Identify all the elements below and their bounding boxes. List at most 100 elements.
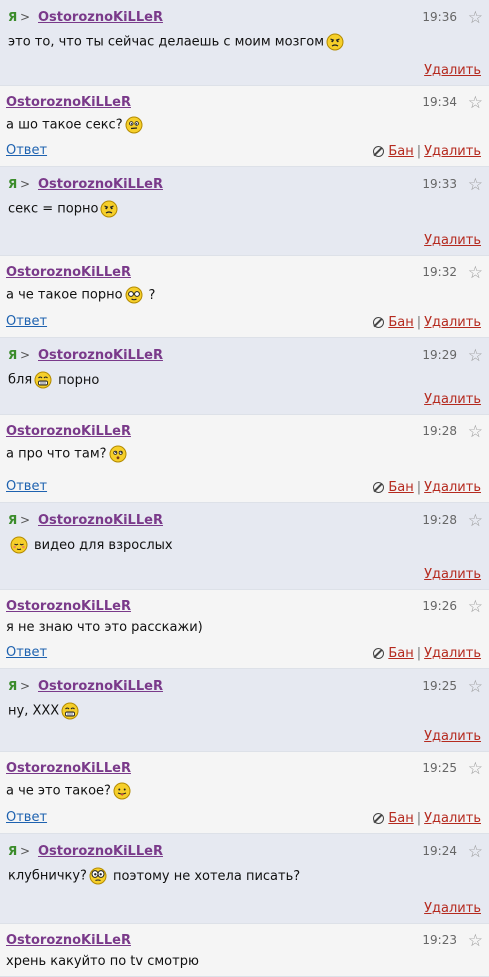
delete-link[interactable]: Удалить [424,480,481,495]
favorite-star-icon[interactable]: ☆ [468,175,483,195]
author-link[interactable]: OstoroznoKiLLeR [6,265,131,280]
me-label: Я [8,679,18,693]
author-link[interactable]: OstoroznoKiLLeR [38,177,163,192]
favorite-star-icon[interactable]: ☆ [468,263,483,283]
delete-link[interactable]: Удалить [424,63,481,78]
message-text-before: а че такое порно [6,287,123,303]
message-time: 19:28 [422,424,457,438]
favorite-star-icon[interactable]: ☆ [468,759,483,779]
author-link[interactable]: OstoroznoKiLLeR [6,95,131,110]
delete-link[interactable]: Удалить [424,811,481,826]
message-outgoing: Я > OstoroznoKiLLeR 19:33 ☆ секс = порно… [0,167,489,256]
reply-link[interactable]: Ответ [6,143,47,158]
message-text-before: клубничку? [8,868,87,884]
reply-link[interactable]: Ответ [6,479,47,494]
message-text: а про что там? [6,445,129,463]
author-link[interactable]: OstoroznoKiLLeR [38,844,163,859]
message-text-after: поэтому не хотела писать? [112,868,301,884]
message-header: OstoroznoKiLLeR 19:34 ☆ [0,93,489,113]
shy-smiley-icon [10,536,28,554]
ban-icon [373,648,385,659]
message-actions: Удалить [424,392,481,407]
delete-link[interactable]: Удалить [424,567,481,582]
me-label: Я [8,177,18,191]
author-link[interactable]: OstoroznoKiLLeR [38,513,163,528]
ban-link[interactable]: Бан [388,315,413,330]
ban-link[interactable]: Бан [388,646,413,661]
reply-link[interactable]: Ответ [6,314,47,329]
message-actions: Удалить [424,567,481,582]
direction-arrow: > [20,348,31,362]
message-text-after: ? [148,287,156,303]
message-incoming: OstoroznoKiLLeR 19:34 ☆ а шо такое секс?… [0,86,489,167]
message-header: OstoroznoKiLLeR 19:28 ☆ [0,422,489,442]
favorite-star-icon[interactable]: ☆ [468,346,483,366]
angry-smiley-icon [326,33,344,51]
tongue-smiley-icon [113,782,131,800]
message-text-before: а че это такое? [6,783,111,799]
message-text: бля порно [8,371,99,389]
message-incoming: OstoroznoKiLLeR 19:32 ☆ а че такое порно… [0,256,489,338]
author-link[interactable]: OstoroznoKiLLeR [38,679,163,694]
delete-link[interactable]: Удалить [424,233,481,248]
author-link[interactable]: OstoroznoKiLLeR [6,424,131,439]
message-header: Я > OstoroznoKiLLeR 19:28 ☆ [0,511,489,531]
ban-link[interactable]: Бан [388,144,413,159]
ban-icon [373,813,385,824]
separator: | [416,144,422,159]
message-text: хрень какуйто по tv смотрю [6,954,199,969]
message-outgoing: Я > OstoroznoKiLLeR 19:29 ☆ бля порно Уда… [0,338,489,415]
separator: | [416,811,422,826]
message-header: Я > OstoroznoKiLLeR 19:33 ☆ [0,175,489,195]
message-actions: Бан | Удалить [373,811,481,826]
message-header: Я > OstoroznoKiLLeR 19:36 ☆ [0,8,489,28]
separator: | [416,646,422,661]
me-label: Я [8,348,18,362]
message-text: я не знаю что это расскажи) [6,620,203,635]
message-actions: Бан | Удалить [373,646,481,661]
ban-icon [373,482,385,493]
favorite-star-icon[interactable]: ☆ [468,8,483,28]
author-link[interactable]: OstoroznoKiLLeR [38,10,163,25]
message-text: а шо такое секс? [6,116,145,134]
message-text-before: это то, что ты сейчас делаешь с моим моз… [8,34,325,50]
favorite-star-icon[interactable]: ☆ [468,597,483,617]
author-link[interactable]: OstoroznoKiLLeR [6,761,131,776]
favorite-star-icon[interactable]: ☆ [468,931,483,951]
message-incoming: OstoroznoKiLLeR 19:26 ☆ я не знаю что эт… [0,590,489,669]
direction-arrow: > [20,177,31,191]
author-link[interactable]: OstoroznoKiLLeR [6,933,131,948]
author-link[interactable]: OstoroznoKiLLeR [6,599,131,614]
message-outgoing: Я > OstoroznoKiLLeR 19:36 ☆ это то, что … [0,0,489,86]
message-text-before: я не знаю что это расскажи) [6,620,203,635]
favorite-star-icon[interactable]: ☆ [468,842,483,862]
message-text: видео для взрослых [8,536,173,554]
wondering-smiley-icon [109,445,127,463]
delete-link[interactable]: Удалить [424,392,481,407]
message-outgoing: Я > OstoroznoKiLLeR 19:25 ☆ ну, XXX Удал… [0,669,489,752]
angry-smiley-icon [100,200,118,218]
reply-link[interactable]: Ответ [6,645,47,660]
ban-link[interactable]: Бан [388,811,413,826]
delete-link[interactable]: Удалить [424,729,481,744]
favorite-star-icon[interactable]: ☆ [468,422,483,442]
message-header: Я > OstoroznoKiLLeR 19:29 ☆ [0,346,489,366]
message-text: ну, XXX [8,702,81,720]
favorite-star-icon[interactable]: ☆ [468,93,483,113]
delete-link[interactable]: Удалить [424,315,481,330]
delete-link[interactable]: Удалить [424,901,481,916]
message-text: а че такое порно? [6,286,155,304]
message-text: клубничку? поэтому не хотела писать? [8,867,300,885]
message-time: 19:25 [422,761,457,775]
message-header: Я > OstoroznoKiLLeR 19:24 ☆ [0,842,489,862]
separator: | [416,480,422,495]
ban-link[interactable]: Бан [388,480,413,495]
ban-icon [373,317,385,328]
message-actions: Удалить [424,901,481,916]
favorite-star-icon[interactable]: ☆ [468,511,483,531]
delete-link[interactable]: Удалить [424,144,481,159]
favorite-star-icon[interactable]: ☆ [468,677,483,697]
reply-link[interactable]: Ответ [6,810,47,825]
author-link[interactable]: OstoroznoKiLLeR [38,348,163,363]
delete-link[interactable]: Удалить [424,646,481,661]
